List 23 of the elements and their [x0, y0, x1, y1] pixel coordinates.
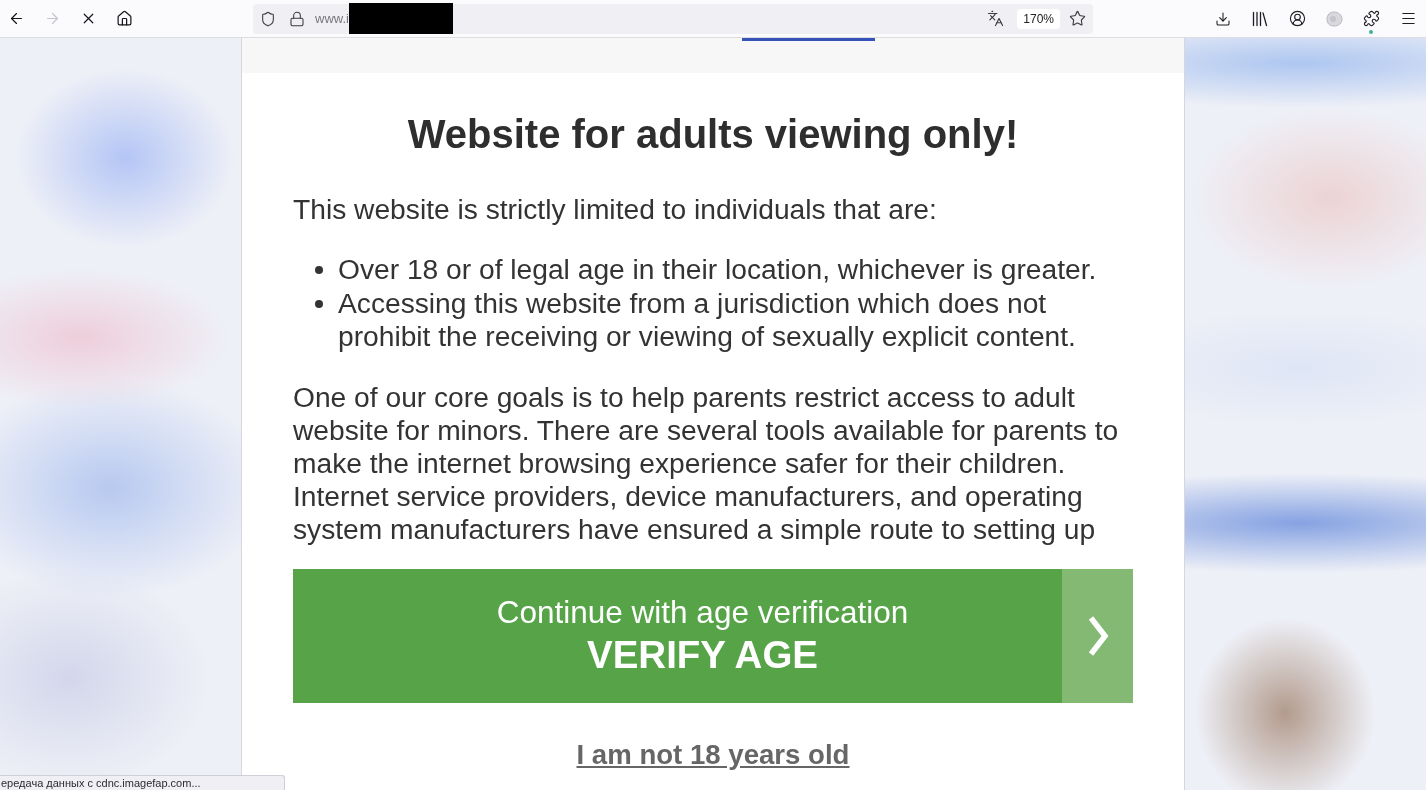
address-bar[interactable]: www.i 170% [253, 3, 1093, 34]
page-title: Website for adults viewing only! [406, 111, 1020, 158]
intro-text: This website is strictly limited to individuals that are: [293, 193, 938, 226]
body-text: One of our core goals is to help parents restrict access to adult website for minors. There are several tools available for parents to make the internet browsing experience safer for their children. Internet service providers, device manufacturers, and operating system manufacturers have ensured a simple route to setting up [293, 380, 1120, 546]
requirement-text: Accessing this website from a jurisdiction which does not prohibit the receiving or viewing of sexually explicit content. [338, 286, 1077, 354]
dot-icon [1369, 29, 1373, 34]
shield-icon [260, 10, 276, 27]
translate-icon [987, 10, 1005, 27]
menu-icon [1399, 10, 1417, 27]
puzzle-icon [1362, 10, 1380, 27]
library-icon [1252, 10, 1268, 27]
account-icon [1288, 10, 1306, 27]
url-text: www.i [315, 11, 349, 26]
lock-icon [289, 10, 305, 27]
download-icon [1215, 10, 1231, 27]
zoom-level-button[interactable]: 170% [1017, 8, 1060, 29]
bullet-icon [315, 266, 323, 274]
chevron-icon [1062, 569, 1133, 703]
bullet-icon [315, 299, 323, 308]
status-bar: ередача данных с cdnc.imagefap.com... [0, 775, 285, 790]
requirement-text: Over 18 or of legal age in their location, whichever is greater. [338, 253, 1097, 287]
star-icon [1069, 10, 1086, 27]
decline-link[interactable]: I am not 18 years old [576, 738, 850, 771]
